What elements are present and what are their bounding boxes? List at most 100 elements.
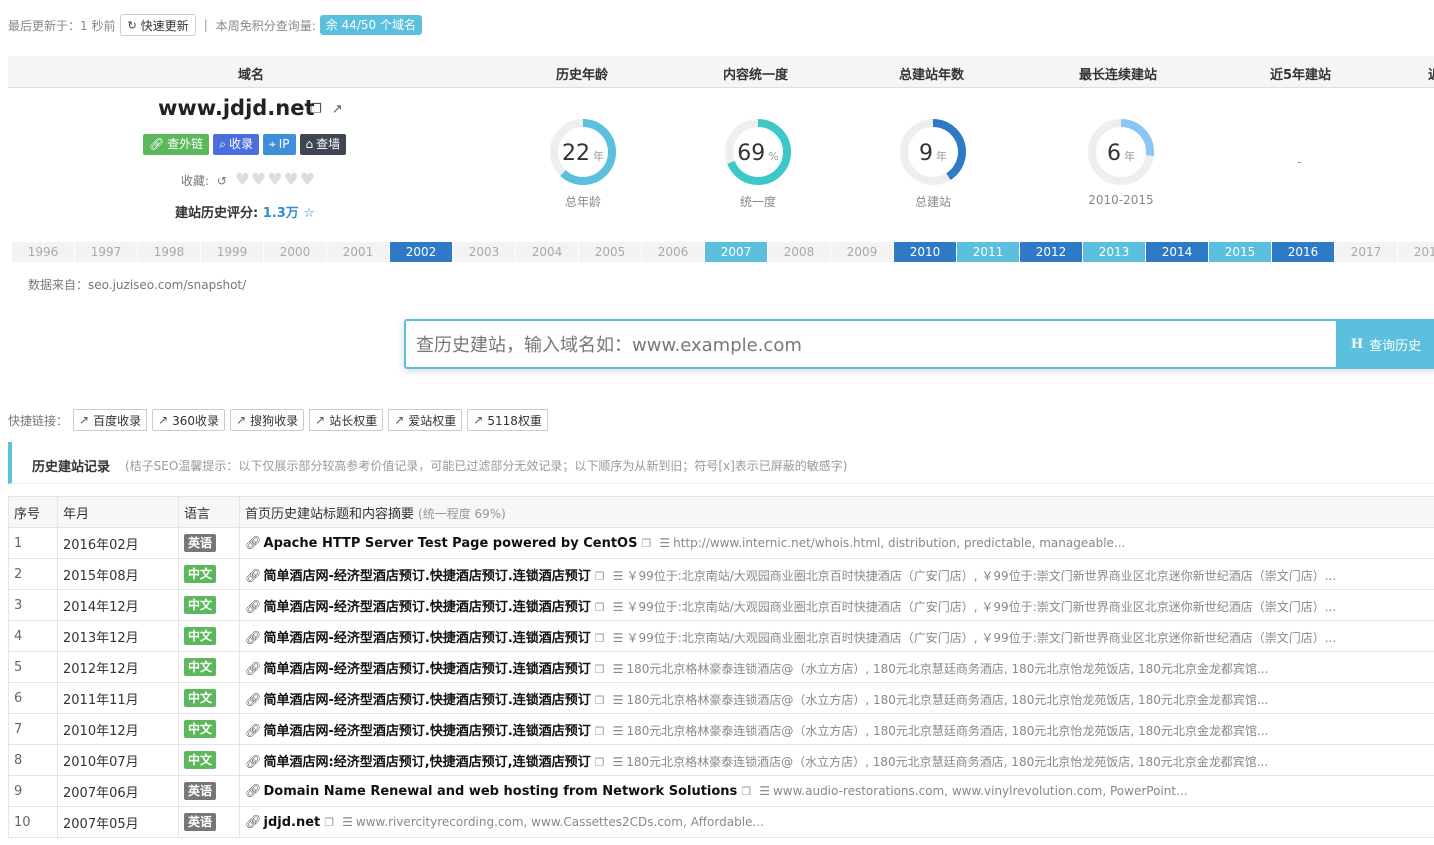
snapshot-summary: ☰ ￥99位于:北京南站/大观园商业圈北京百时快捷酒店（广安门店）, ￥99位于:… (613, 600, 1337, 614)
copy-icon[interactable]: ❐ (595, 663, 605, 676)
quick-refresh-button[interactable]: ↻ 快速更新 (120, 14, 196, 36)
year-cell[interactable]: 2003 (453, 242, 516, 262)
domain-tools: 🔗︎ 查外链 ⌕ 收录 ⌖ IP ⌂ 查墙 (143, 134, 347, 155)
table-row: 9 2007年06月 英语 🔗︎ Domain Name Renewal and web… (8, 775, 1434, 807)
snapshot-title-link[interactable]: 🔗︎ 简单酒店网-经济型酒店预订.快捷酒店预订.连锁酒店预订 (245, 724, 591, 739)
row-index: 5 (8, 651, 58, 683)
snapshot-title-link[interactable]: 🔗︎ Apache HTTP Server Test Page powered b… (245, 536, 637, 551)
snapshot-title-link[interactable]: 🔗︎ 简单酒店网-经济型酒店预订.快捷酒店预订.连锁酒店预订 (245, 600, 591, 615)
year-cell[interactable]: 1997 (75, 242, 138, 262)
year-cell[interactable]: 2010 (894, 242, 957, 262)
stat-ring-chart: 6年 (1088, 119, 1154, 185)
copy-icon[interactable]: ❐ (595, 756, 605, 769)
snapshot-title-link[interactable]: 🔗︎ 简单酒店网-经济型酒店预订.快捷酒店预订.连锁酒店预订 (245, 569, 591, 584)
year-cell[interactable]: 2004 (516, 242, 579, 262)
stat-ring: 22 年总年龄 (508, 117, 658, 210)
snapshot-title-link[interactable]: 🔗︎ Domain Name Renewal and web hosting fr… (245, 784, 737, 799)
row-month: 2015年08月 (57, 558, 179, 590)
summary-text: ￥99位于:北京南站/大观园商业圈北京百时快捷酒店（广安门店）, ￥99位于:崇… (626, 630, 1337, 645)
index-button[interactable]: ⌕ 收录 (213, 134, 259, 155)
reset-icon[interactable]: ↺ (217, 174, 227, 188)
copy-icon[interactable]: ❐ (741, 785, 751, 798)
year-cell[interactable]: 2013 (1083, 242, 1146, 262)
divider: | (203, 18, 208, 32)
year-cell[interactable]: 1996 (12, 242, 75, 262)
link-icon: 🔗︎ (245, 661, 262, 677)
row-title-summary: 🔗︎ 简单酒店网-经济型酒店预订.快捷酒店预订.连锁酒店预订 ❐ ☰ 180元北京格林豪… (239, 682, 1434, 714)
quick-link-button[interactable]: ↗ 5118权重 (467, 409, 548, 431)
row-language: 中文 (178, 589, 240, 621)
link-icon: 🔗︎ (245, 754, 262, 770)
snapshot-title-link[interactable]: 🔗︎ 简单酒店网-经济型酒店预订.快捷酒店预订.连锁酒店预订 (245, 662, 591, 677)
quick-link-button[interactable]: ↗ 站长权重 (309, 409, 384, 431)
score-row: 建站历史评分: 1.3万 ☆ (175, 202, 315, 221)
history-icon: H (1350, 336, 1364, 352)
quick-link-button[interactable]: ↗ 360收录 (152, 409, 226, 431)
link-icon: 🔗︎ (245, 535, 262, 551)
copy-icon[interactable]: ❐ (324, 816, 334, 829)
col-recent-5y: 近5年建站 (1270, 68, 1332, 83)
year-cell[interactable]: 2016 (1272, 242, 1335, 262)
copy-icon[interactable]: ❐ (595, 570, 605, 583)
document-icon: ☰ (612, 568, 624, 583)
snapshot-summary: ☰ 180元北京格林豪泰连锁酒店@（水立方店）, 180元北京慧廷商务酒店, 18… (613, 662, 1269, 676)
quick-link-label: 爱站权重 (408, 413, 457, 428)
table-row: 6 2011年11月 中文 🔗︎ 简单酒店网-经济型酒店预订.快捷酒店预订.连锁酒店预订… (8, 682, 1434, 714)
snapshot-title-link[interactable]: 🔗︎ 简单酒店网:经济型酒店预订,快捷酒店预订,连锁酒店预订 (245, 755, 591, 770)
ring-value: 6年 (1107, 141, 1135, 166)
summary-text: ￥99位于:北京南站/大观园商业圈北京百时快捷酒店（广安门店）, ￥99位于:崇… (626, 568, 1337, 583)
year-cell[interactable]: 2015 (1209, 242, 1272, 262)
copy-icon[interactable]: ❐ (595, 725, 605, 738)
year-cell[interactable]: 2001 (327, 242, 390, 262)
year-cell[interactable]: 2012 (1020, 242, 1083, 262)
query-history-button[interactable]: H 查询历史 (1336, 321, 1434, 367)
year-cell[interactable]: 2018 (1398, 242, 1434, 262)
row-language: 中文 (178, 682, 240, 714)
ip-button[interactable]: ⌖ IP (263, 134, 296, 155)
copy-icon[interactable]: ❐ (595, 601, 605, 614)
map-pin-icon: ⌖ (269, 137, 276, 151)
year-cell[interactable]: 2005 (579, 242, 642, 262)
wall-check-button[interactable]: ⌂ 查墙 (299, 134, 347, 155)
stat-ring-chart: 9年 (900, 119, 966, 185)
col-title-summary-sub: (统一程度 69%) (418, 506, 506, 521)
quick-links-label: 快捷链接： (8, 413, 69, 428)
ring-caption: 总年龄 (564, 195, 601, 209)
star-icon[interactable]: ☆ (303, 206, 315, 221)
year-cell[interactable]: 2009 (831, 242, 894, 262)
backlinks-button[interactable]: 🔗︎ 查外链 (143, 134, 210, 155)
language-badge: 中文 (184, 751, 217, 769)
copy-icon[interactable]: ❐ (641, 537, 651, 550)
copy-icon[interactable]: ❐ (595, 694, 605, 707)
copy-icon[interactable]: ❐ (310, 102, 322, 117)
year-cell[interactable]: 2007 (705, 242, 768, 262)
score-value: 1.3万 (262, 206, 299, 221)
ring-value: 9年 (919, 141, 947, 166)
year-cell[interactable]: 2014 (1146, 242, 1209, 262)
quick-link-button[interactable]: ↗ 搜狗收录 (230, 409, 305, 431)
quick-link-button[interactable]: ↗ 爱站权重 (388, 409, 463, 431)
year-cell[interactable]: 2006 (642, 242, 705, 262)
row-index: 2 (8, 558, 58, 590)
year-cell[interactable]: 2000 (264, 242, 327, 262)
year-cell[interactable]: 1999 (201, 242, 264, 262)
year-cell[interactable]: 2008 (768, 242, 831, 262)
snapshot-title-link[interactable]: 🔗︎ 简单酒店网-经济型酒店预订.快捷酒店预订.连锁酒店预订 (245, 631, 591, 646)
heart-rating-icon[interactable]: ♥♥♥♥♥ (235, 170, 316, 190)
year-cell[interactable]: 2011 (957, 242, 1020, 262)
table-row: 1 2016年02月 英语 🔗︎ Apache HTTP Server Test Pag… (8, 527, 1434, 559)
col-more: 近 (1428, 64, 1434, 83)
year-cell[interactable]: 2002 (390, 242, 453, 262)
year-cell[interactable]: 1998 (138, 242, 201, 262)
year-cell[interactable]: 2017 (1335, 242, 1398, 262)
ring-value: 22 年 (562, 141, 604, 166)
document-icon: ☰ (612, 630, 624, 645)
external-link-icon[interactable]: ↗ (332, 102, 343, 117)
external-link-icon: ↗ (158, 413, 169, 427)
snapshot-title-link[interactable]: 🔗︎ jdjd.net (245, 815, 320, 830)
quick-link-button[interactable]: ↗ 百度收录 (73, 409, 148, 431)
domain-search-input[interactable] (414, 321, 1318, 369)
copy-icon[interactable]: ❐ (595, 632, 605, 645)
table-header-row: 序号 年月 语言 首页历史建站标题和内容摘要 (统一程度 69%) (8, 496, 1434, 528)
snapshot-title-link[interactable]: 🔗︎ 简单酒店网-经济型酒店预订.快捷酒店预订.连锁酒店预订 (245, 693, 591, 708)
